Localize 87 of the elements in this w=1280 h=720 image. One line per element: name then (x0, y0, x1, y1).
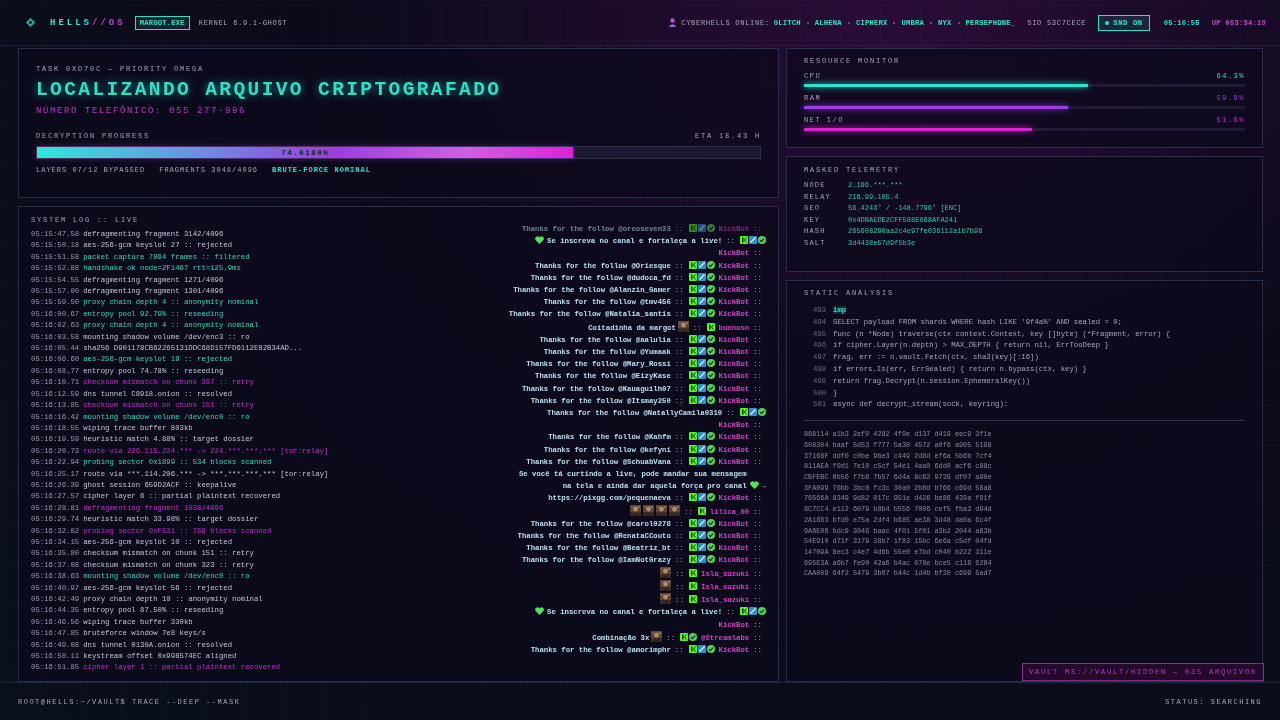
slash-square-icon (697, 432, 706, 441)
badge-icon (688, 347, 697, 356)
badge-icon (688, 371, 697, 380)
badge-icon (688, 297, 697, 306)
slash-square-icon (697, 395, 706, 404)
badge-icon (688, 543, 697, 552)
badge-icon (688, 260, 697, 269)
check-icon (706, 309, 715, 318)
slash-square-icon (697, 371, 706, 380)
badge-icon (688, 334, 697, 343)
heart-icon (535, 236, 545, 245)
check-icon (706, 531, 715, 540)
badge-icon (689, 595, 698, 604)
check-icon (758, 607, 766, 616)
badge-icon (697, 506, 706, 515)
badge-icon (688, 456, 697, 465)
slash-square-icon (749, 607, 757, 616)
check-icon (758, 236, 766, 245)
diamond-icon (26, 18, 35, 27)
badge-icon (688, 555, 697, 564)
user-icon (668, 18, 678, 27)
badge-icon (688, 644, 697, 653)
phone-number: NÚMERO TELEFÔNICO: 055 277-996 (36, 106, 248, 116)
check-icon (706, 297, 715, 306)
slash-square-icon (697, 644, 706, 653)
check-icon (706, 359, 715, 368)
check-icon (706, 518, 715, 527)
app-logo: HELLS//OS (50, 17, 126, 28)
slash-square-icon (697, 224, 706, 232)
check-icon (706, 285, 715, 293)
slash-square-icon (697, 347, 706, 356)
slash-square-icon (697, 359, 706, 368)
slash-square-icon (697, 555, 706, 564)
check-icon (706, 224, 715, 232)
heart-icon (535, 607, 545, 616)
check-icon (706, 432, 715, 441)
slash-square-icon (697, 444, 706, 453)
badge-icon (688, 309, 697, 318)
check-icon (706, 347, 715, 356)
badge-icon (688, 359, 697, 368)
slash-square-icon (697, 493, 706, 502)
slash-square-icon (697, 334, 706, 343)
badge-icon (688, 383, 697, 392)
slash-square-icon (749, 408, 757, 417)
slash-square-icon (697, 309, 706, 318)
check-icon (706, 371, 715, 380)
heart-icon (749, 481, 759, 490)
badge-icon (688, 444, 697, 453)
check-icon (706, 260, 715, 269)
slash-square-icon (697, 383, 706, 392)
badge-icon (688, 272, 697, 281)
badge-icon (689, 581, 698, 590)
badge-icon (740, 607, 748, 616)
check-icon (706, 383, 715, 392)
badge-icon (740, 408, 748, 417)
badge-icon (688, 285, 697, 293)
slash-square-icon (697, 260, 706, 269)
slash-square-icon (697, 285, 706, 293)
check-icon (706, 395, 715, 404)
slash-square-icon (697, 543, 706, 552)
check-icon (706, 334, 715, 343)
badge-icon (688, 395, 697, 404)
check-icon (706, 456, 715, 465)
slash-square-icon (697, 518, 706, 527)
badge-icon (680, 632, 689, 641)
slash-square-icon (697, 456, 706, 465)
badge-icon (688, 224, 697, 232)
badge-icon (706, 322, 715, 331)
badge-icon (688, 493, 697, 502)
check-icon (706, 555, 715, 564)
badge-icon (689, 568, 698, 577)
check-icon (706, 272, 715, 281)
task-title: LOCALIZANDO ARQUIVO CRIPTOGRAFADO (36, 79, 503, 101)
badge-icon (740, 236, 748, 245)
check-icon (758, 408, 766, 417)
check-icon (706, 543, 715, 552)
check-icon (689, 632, 698, 641)
check-icon (706, 644, 715, 653)
slash-square-icon (749, 236, 757, 245)
badge-icon (688, 518, 697, 527)
check-icon (706, 493, 715, 502)
slash-square-icon (697, 272, 706, 281)
badge-icon (688, 531, 697, 540)
slash-square-icon (697, 531, 706, 540)
slash-square-icon (697, 297, 706, 306)
check-icon (706, 444, 715, 453)
badge-icon (688, 432, 697, 441)
